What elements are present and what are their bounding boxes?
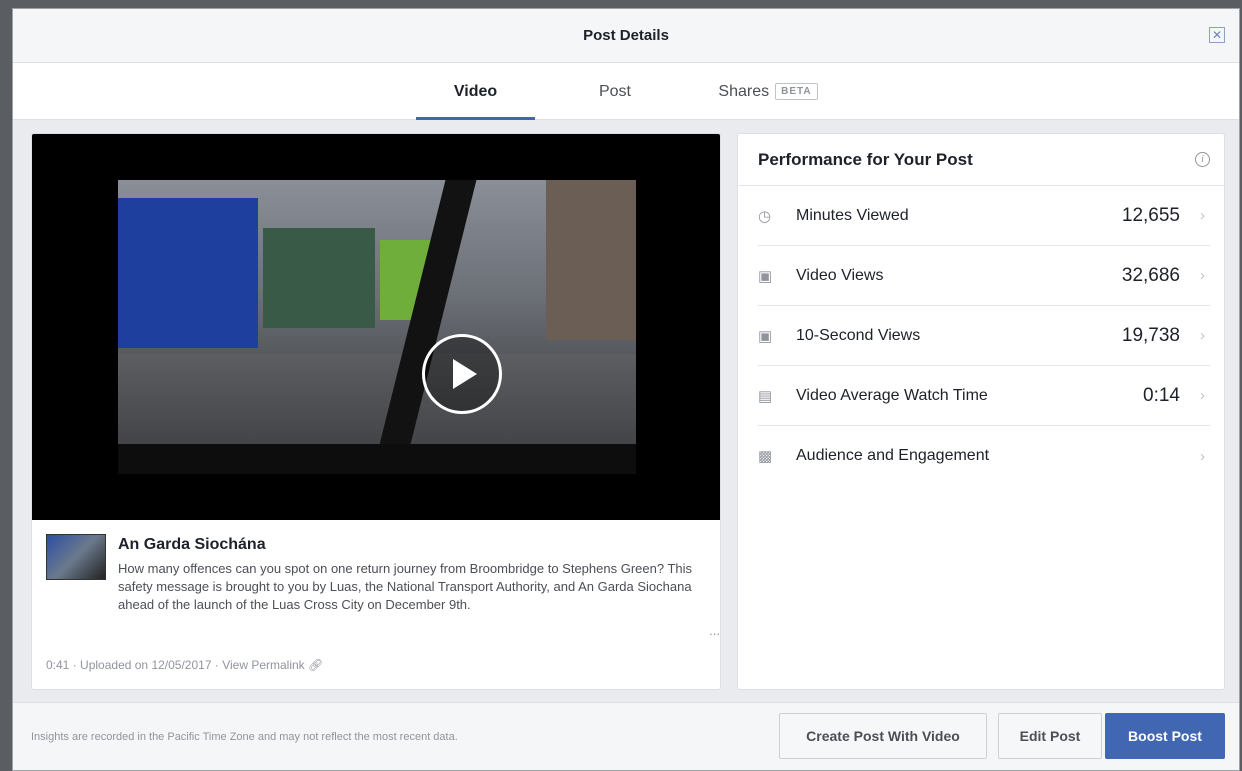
dialog-footer: Insights are recorded in the Pacific Tim…: [13, 702, 1239, 770]
post-details-dialog: Post Details ✕ Video Post Shares BETA An…: [12, 8, 1240, 771]
video-card: An Garda Siochána How many offences can …: [31, 133, 721, 690]
video-camera-icon: ▣: [758, 267, 773, 285]
metric-value: 0:14: [1143, 384, 1180, 406]
chevron-right-icon: ›: [1200, 207, 1205, 224]
beta-badge: BETA: [775, 83, 818, 100]
film-strip-icon: ▤: [758, 387, 773, 405]
metric-label: 10-Second Views: [796, 326, 921, 344]
metric-10-second-views[interactable]: ▣ 10-Second Views 19,738 ›: [758, 306, 1210, 366]
see-more-ellipsis[interactable]: ...: [709, 622, 720, 640]
video-player[interactable]: [32, 134, 720, 520]
chevron-right-icon: ›: [1200, 447, 1205, 465]
tab-post[interactable]: Post: [565, 63, 665, 120]
edit-post-label: Edit Post: [1019, 728, 1081, 744]
performance-header: Performance for Your Post i: [738, 134, 1224, 186]
performance-card: Performance for Your Post i ◷ Minutes Vi…: [737, 133, 1225, 690]
metric-value: 19,738: [1121, 324, 1180, 346]
dialog-header: Post Details ✕: [13, 9, 1239, 63]
video-camera-icon: ▣: [758, 327, 773, 345]
post-text-body: How many offences can you spot on one re…: [118, 561, 693, 612]
chevron-right-icon: ›: [1200, 327, 1205, 344]
tab-video[interactable]: Video: [416, 63, 535, 120]
metric-minutes-viewed[interactable]: ◷ Minutes Viewed 12,655 ›: [758, 186, 1210, 246]
post-meta: 0:41 · Uploaded on 12/05/2017 · View Per…: [46, 658, 323, 672]
post-text: How many offences can you spot on one re…: [118, 560, 720, 638]
metric-value: 32,686: [1121, 264, 1180, 286]
clock-icon: ◷: [758, 207, 772, 225]
edit-post-button[interactable]: Edit Post: [998, 713, 1102, 759]
chevron-right-icon: ›: [1200, 387, 1205, 404]
metric-label: Video Views: [796, 266, 884, 284]
performance-title: Performance for Your Post: [758, 149, 973, 169]
boost-post-label: Boost Post: [1128, 728, 1202, 744]
tab-video-label: Video: [453, 82, 498, 100]
timezone-note: Insights are recorded in the Pacific Tim…: [31, 731, 458, 743]
people-icon: ▩: [758, 448, 773, 465]
close-icon[interactable]: ✕: [1209, 27, 1225, 43]
tab-bar: Video Post Shares BETA: [13, 63, 1239, 120]
video-duration: 0:41: [46, 658, 70, 672]
metric-label: Audience and Engagement: [796, 447, 990, 464]
metric-value: 12,655: [1121, 204, 1180, 226]
page-avatar[interactable]: [46, 534, 106, 580]
meta-separator: ·: [214, 658, 219, 672]
tab-shares-label: Shares: [718, 82, 770, 100]
meta-separator: ·: [72, 658, 77, 672]
dialog-title: Post Details: [583, 27, 669, 44]
chevron-right-icon: ›: [1200, 267, 1205, 284]
metric-audience-engagement[interactable]: ▩ Audience and Engagement ›: [758, 426, 1210, 486]
boost-post-button[interactable]: Boost Post: [1105, 713, 1225, 759]
play-icon[interactable]: [422, 334, 502, 414]
create-post-with-video-button[interactable]: Create Post With Video: [779, 713, 987, 759]
create-post-label: Create Post With Video: [806, 728, 960, 744]
metric-label: Minutes Viewed: [796, 206, 909, 224]
metric-average-watch-time[interactable]: ▤ Video Average Watch Time 0:14 ›: [758, 366, 1210, 426]
metric-video-views[interactable]: ▣ Video Views 32,686 ›: [758, 246, 1210, 306]
tab-post-label: Post: [598, 82, 631, 100]
link-icon: 🔗︎: [308, 658, 324, 672]
view-permalink-link[interactable]: View Permalink: [222, 658, 304, 672]
info-icon[interactable]: i: [1195, 152, 1210, 167]
tab-shares[interactable]: Shares BETA: [693, 63, 843, 120]
metric-label: Video Average Watch Time: [796, 386, 988, 404]
upload-date: Uploaded on 12/05/2017: [80, 658, 212, 672]
page-name[interactable]: An Garda Siochána: [118, 536, 266, 554]
video-thumbnail: [118, 180, 636, 474]
